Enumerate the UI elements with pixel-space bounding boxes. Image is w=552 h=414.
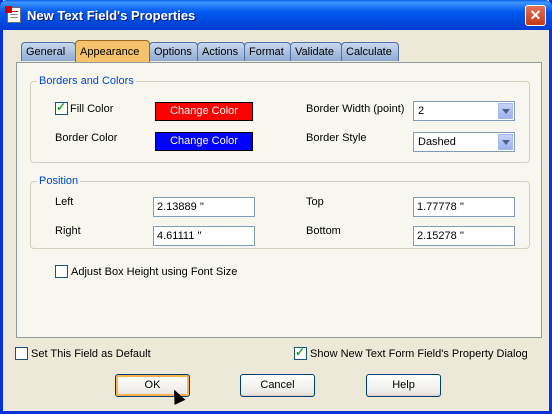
chevron-down-icon[interactable] xyxy=(498,134,513,150)
border-width-select[interactable]: 2 xyxy=(413,101,515,121)
bottom-label: Bottom xyxy=(306,225,341,237)
tab-appearance[interactable]: Appearance xyxy=(75,40,150,62)
tab-general[interactable]: General xyxy=(21,42,76,61)
borders-colors-group: Borders and Colors Fill Color Change Col… xyxy=(30,75,530,163)
top-field[interactable]: 1.77778 '' xyxy=(413,197,515,217)
borders-group-title: Borders and Colors xyxy=(37,75,136,87)
cancel-button[interactable]: Cancel xyxy=(240,374,315,397)
border-style-select[interactable]: Dashed xyxy=(413,132,515,152)
bottom-field[interactable]: 2.15278 '' xyxy=(413,226,515,246)
tab-validate[interactable]: Validate xyxy=(290,42,342,61)
border-style-label: Border Style xyxy=(306,132,367,144)
tab-format[interactable]: Format xyxy=(244,42,291,61)
position-group-title: Position xyxy=(37,175,81,187)
help-button[interactable]: Help xyxy=(366,374,441,397)
set-default-checkbox[interactable] xyxy=(15,347,28,360)
tab-actions[interactable]: Actions xyxy=(197,42,245,61)
chevron-down-icon[interactable] xyxy=(498,103,513,119)
fill-color-checkbox[interactable] xyxy=(55,100,68,115)
border-color-button[interactable]: Change Color xyxy=(155,132,253,151)
document-icon xyxy=(5,6,21,23)
border-width-label: Border Width (point) xyxy=(306,103,405,115)
adjust-height-label: Adjust Box Height using Font Size xyxy=(71,266,238,278)
right-label: Right xyxy=(55,225,81,237)
set-default-label: Set This Field as Default xyxy=(31,348,151,360)
adjust-height-checkbox[interactable] xyxy=(55,265,68,278)
properties-dialog: New Text Field's Properties ✕ General Ap… xyxy=(0,0,552,414)
border-color-label: Border Color xyxy=(55,132,118,144)
show-dialog-label: Show New Text Form Field's Property Dial… xyxy=(310,348,528,360)
top-label: Top xyxy=(306,196,324,208)
border-style-value: Dashed xyxy=(418,136,456,148)
fill-color-label: Fill Color xyxy=(70,103,114,115)
title-bar[interactable]: New Text Field's Properties ✕ xyxy=(0,0,552,30)
appearance-panel: Borders and Colors Fill Color Change Col… xyxy=(16,62,542,338)
close-button[interactable]: ✕ xyxy=(525,5,546,26)
border-width-value: 2 xyxy=(418,105,425,117)
tab-options[interactable]: Options xyxy=(149,42,198,61)
tab-calculate[interactable]: Calculate xyxy=(341,42,399,61)
position-group: Position Left 2.13889 '' Top 1.77778 '' … xyxy=(30,175,530,249)
right-field[interactable]: 4.61111 '' xyxy=(153,226,255,246)
show-dialog-checkbox[interactable] xyxy=(294,345,307,360)
dialog-title: New Text Field's Properties xyxy=(27,8,196,23)
fill-color-button[interactable]: Change Color xyxy=(155,102,253,121)
left-label: Left xyxy=(55,196,74,208)
left-field[interactable]: 2.13889 '' xyxy=(153,197,255,217)
